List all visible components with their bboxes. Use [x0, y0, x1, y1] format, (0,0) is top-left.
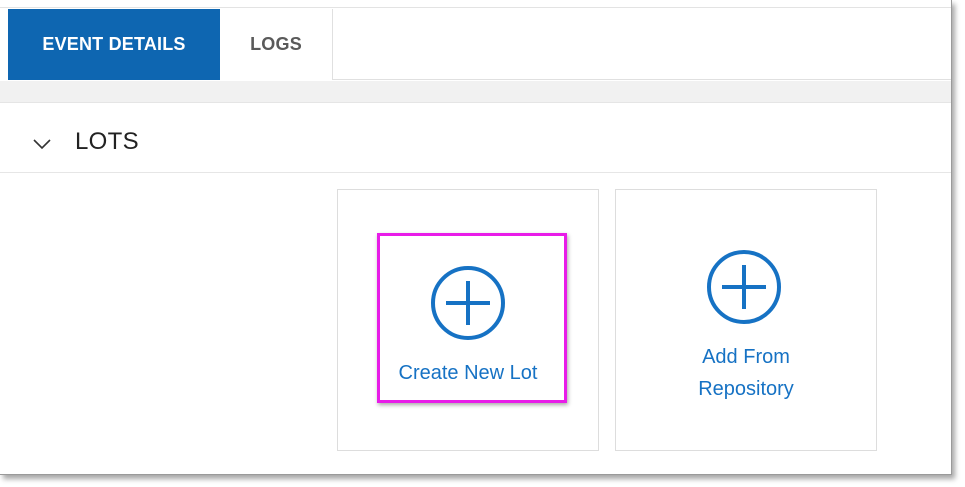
- app-frame: EVENT DETAILS LOGS LOTS Create New Lot A…: [0, 0, 952, 475]
- chevron-down-icon[interactable]: [33, 138, 51, 150]
- top-strip: [0, 0, 951, 8]
- tab-logs[interactable]: LOGS: [220, 9, 333, 80]
- section-title: LOTS: [75, 128, 139, 155]
- lots-section-header[interactable]: LOTS: [0, 104, 951, 173]
- create-new-lot-card[interactable]: Create New Lot: [337, 189, 599, 451]
- section-spacer: [0, 81, 951, 103]
- create-new-lot-label: Create New Lot: [398, 362, 538, 384]
- plus-circle-icon: [431, 266, 505, 340]
- add-from-repository-label-line1: Add From: [702, 346, 790, 368]
- tab-bar: EVENT DETAILS LOGS: [8, 9, 951, 80]
- tab-event-details[interactable]: EVENT DETAILS: [8, 9, 220, 80]
- add-from-repository-label-line2: Repository: [698, 378, 794, 400]
- plus-circle-icon: [707, 250, 781, 324]
- add-from-repository-label: Add From Repository: [616, 341, 876, 405]
- add-from-repository-card[interactable]: Add From Repository: [615, 189, 877, 451]
